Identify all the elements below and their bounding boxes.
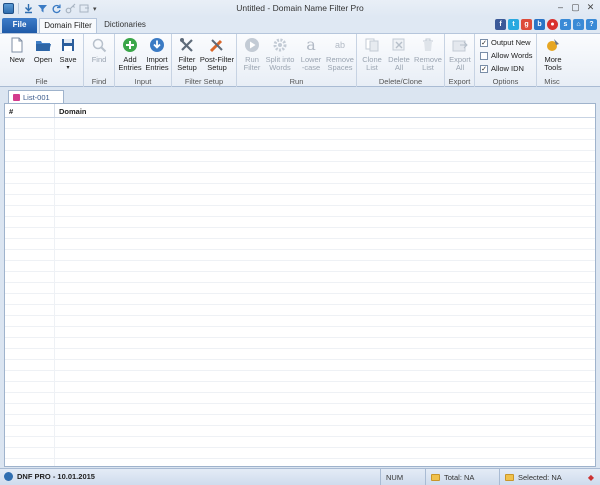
key-icon[interactable]: [65, 3, 76, 14]
close-button[interactable]: ✕: [585, 2, 596, 13]
skype-icon[interactable]: s: [560, 19, 571, 30]
status-total: Total: NA: [425, 469, 499, 485]
status-num: NUM: [380, 469, 425, 485]
play-icon: [245, 38, 259, 52]
group-delete-clone: Clone List Delete All Remove List Delete…: [357, 34, 445, 87]
group-misc: More Tools Misc: [537, 34, 567, 87]
trash-icon: [423, 38, 433, 51]
remove-spaces-button[interactable]: ab Remove Spaces: [325, 37, 355, 72]
find-button[interactable]: Find: [88, 37, 110, 64]
output-new-checkbox[interactable]: ✓ Output New: [480, 38, 531, 47]
ribbon: New Open Save ▾ File Find Find Add Entri…: [0, 33, 600, 87]
add-entries-button[interactable]: Add Entries: [117, 37, 143, 72]
allow-words-checkbox[interactable]: Allow Words: [480, 51, 533, 60]
social-links: f t g b ● s ⌂ ?: [495, 19, 597, 30]
group-filter-setup: Filter Setup Post-Filter Setup Filter Se…: [172, 34, 237, 87]
filter-icon[interactable]: [37, 3, 48, 14]
run-filter-button[interactable]: Run Filter: [240, 37, 264, 72]
refresh-icon[interactable]: [51, 3, 62, 14]
wrench-icon: [209, 39, 223, 53]
import-entries-button[interactable]: Import Entries: [143, 37, 171, 72]
customize-qat-icon[interactable]: ▾: [93, 5, 97, 13]
tab-file[interactable]: File: [2, 18, 37, 33]
column-header-number[interactable]: #: [9, 107, 13, 116]
blog-icon[interactable]: b: [534, 19, 545, 30]
grid-rows[interactable]: [5, 118, 595, 466]
open-folder-icon: [36, 41, 51, 51]
status-bar: DNF PRO - 10.01.2015 NUM Total: NA Selec…: [0, 468, 600, 485]
save-button[interactable]: Save ▾: [57, 37, 79, 72]
add-circle-icon: [123, 38, 137, 52]
status-product: DNF PRO - 10.01.2015: [4, 472, 95, 481]
remove-list-button[interactable]: Remove List: [414, 37, 442, 72]
delete-all-button[interactable]: Delete All: [386, 37, 412, 72]
help-icon[interactable]: ?: [586, 19, 597, 30]
open-button[interactable]: Open: [31, 37, 55, 64]
split-words-button[interactable]: Split into Words: [264, 37, 296, 72]
facebook-icon[interactable]: f: [495, 19, 506, 30]
tab-dictionaries[interactable]: Dictionaries: [100, 18, 150, 33]
post-filter-setup-button[interactable]: Post-Filter Setup: [199, 37, 235, 72]
folder-check-icon: [505, 473, 514, 481]
maximize-button[interactable]: ▢: [570, 2, 581, 13]
export-small-icon[interactable]: [79, 3, 90, 14]
group-input: Add Entries Import Entries Input: [115, 34, 172, 87]
group-find: Find Find: [84, 34, 115, 87]
group-options: ✓ Output New Allow Words ✓ Allow IDN Opt…: [475, 34, 537, 87]
checkbox-box[interactable]: ✓: [480, 64, 488, 73]
status-selected: Selected: NA ◆: [499, 469, 600, 485]
filter-setup-button[interactable]: Filter Setup: [175, 37, 199, 72]
tools-icon: [180, 38, 193, 52]
quick-access-toolbar: ▾: [0, 3, 97, 14]
product-logo-icon: [4, 472, 13, 481]
list-icon: [13, 93, 20, 101]
lowercase-button[interactable]: a Lower -case: [297, 37, 325, 72]
group-run: Run Filter Split into Words a Lower -cas…: [237, 34, 357, 87]
allow-idn-checkbox[interactable]: ✓ Allow IDN: [480, 64, 524, 73]
google-plus-icon[interactable]: g: [521, 19, 532, 30]
folder-icon: [431, 473, 440, 481]
magnifier-icon: [92, 38, 107, 53]
new-button[interactable]: New: [6, 37, 28, 64]
toolbox-icon: [547, 39, 559, 51]
export-icon: [452, 40, 468, 52]
export-all-button[interactable]: Export All: [448, 37, 472, 72]
clone-list-button[interactable]: Clone List: [360, 37, 384, 72]
column-header-domain[interactable]: Domain: [59, 107, 87, 116]
window-controls: – ▢ ✕: [555, 2, 596, 13]
delete-all-icon: [392, 38, 405, 51]
import-circle-icon: [150, 38, 164, 52]
document-tab-strip: List-001: [0, 88, 600, 103]
checkbox-box[interactable]: [480, 51, 488, 60]
home-icon[interactable]: ⌂: [573, 19, 584, 30]
grid-header: # Domain: [5, 104, 595, 118]
gear-icon: [273, 38, 287, 52]
status-flag-icon: ◆: [587, 472, 594, 482]
new-file-icon: [11, 37, 23, 53]
twitter-icon[interactable]: t: [508, 19, 519, 30]
group-file: New Open Save ▾ File: [0, 34, 84, 87]
stop-icon[interactable]: ●: [547, 19, 558, 30]
lowercase-a-icon: a: [306, 35, 316, 54]
clone-icon: [365, 38, 379, 52]
tab-domain-filter[interactable]: Domain Filter: [39, 18, 97, 33]
save-dropdown-icon[interactable]: ▾: [57, 64, 79, 72]
checkbox-box[interactable]: ✓: [480, 38, 488, 47]
minimize-button[interactable]: –: [555, 2, 566, 13]
app-icon[interactable]: [3, 3, 14, 14]
domain-grid[interactable]: # Domain: [4, 103, 596, 467]
spaces-ab-icon: ab: [334, 40, 345, 50]
group-export: Export All Export: [445, 34, 475, 87]
save-disk-icon: [62, 39, 74, 51]
title-bar: ▾ Untitled - Domain Name Filter Pro – ▢ …: [0, 0, 600, 17]
ribbon-tabs: File Domain Filter Dictionaries f t g b …: [0, 17, 600, 33]
more-tools-button[interactable]: More Tools: [540, 37, 566, 72]
document-tab-list-001[interactable]: List-001: [8, 90, 64, 103]
download-icon[interactable]: [23, 3, 34, 14]
